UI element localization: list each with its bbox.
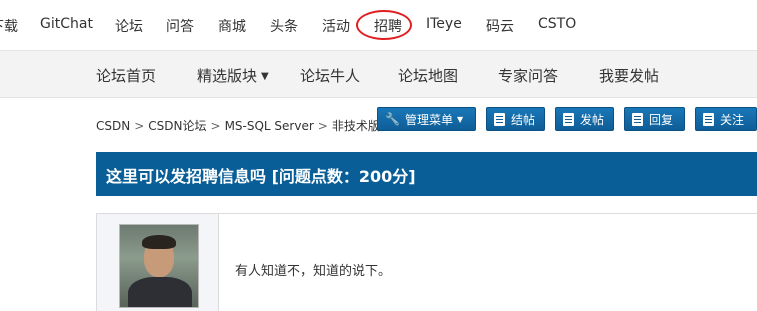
- breadcrumb-nontech[interactable]: 非技术版: [332, 119, 380, 133]
- topnav-mall[interactable]: 商城: [218, 16, 246, 36]
- topnav-download[interactable]: 下载: [0, 16, 18, 36]
- breadcrumb-csdn[interactable]: CSDN: [96, 119, 130, 133]
- close-thread-label: 结帖: [511, 112, 536, 127]
- topnav-forum[interactable]: 论坛: [115, 16, 143, 36]
- forum-subnav: 论坛首页 精选版块 ▼ 论坛牛人 论坛地图 专家问答 我要发帖: [0, 51, 757, 98]
- manage-menu-label: 管理菜单: [404, 112, 453, 127]
- subnav-forum-experts[interactable]: 论坛牛人: [300, 65, 360, 86]
- topnav-gitchat[interactable]: GitChat: [40, 16, 93, 32]
- manage-menu-button[interactable]: 🔧 管理菜单 ▼: [377, 107, 476, 131]
- highlight-circle: [356, 10, 412, 40]
- bookmark-icon: [703, 112, 714, 126]
- thread-title-bar: 这里可以发招聘信息吗 [问题点数：200分]: [96, 152, 757, 196]
- topnav-headlines[interactable]: 头条: [270, 16, 298, 36]
- topnav-gitee[interactable]: 码云: [486, 16, 514, 36]
- top-navigation: 下载 GitChat 论坛 问答 商城 头条 活动 招聘 ITeye 码云 CS…: [0, 0, 757, 51]
- topnav-iteye[interactable]: ITeye: [426, 16, 462, 32]
- new-post-label: 发帖: [580, 112, 605, 127]
- subnav-new-post[interactable]: 我要发帖: [599, 65, 659, 86]
- subnav-forum-home[interactable]: 论坛首页: [96, 65, 156, 86]
- wrench-icon: 🔧: [385, 112, 400, 126]
- breadcrumb: CSDN > CSDN论坛 > MS-SQL Server > 非技术版: [96, 117, 380, 134]
- copy-icon: [632, 112, 643, 126]
- follow-label: 关注: [720, 112, 745, 127]
- topnav-qa[interactable]: 问答: [166, 16, 194, 36]
- avatar[interactable]: [119, 224, 199, 308]
- subnav-expert-qa[interactable]: 专家问答: [498, 65, 558, 86]
- post-content: 有人知道不，知道的说下。: [235, 264, 392, 279]
- subnav-featured-label: 精选版块: [197, 67, 258, 85]
- topnav-csto[interactable]: CSTO: [538, 16, 576, 32]
- follow-button[interactable]: 关注: [695, 107, 757, 131]
- post: 有人知道不，知道的说下。: [96, 213, 757, 311]
- breadcrumb-separator: >: [210, 119, 221, 133]
- document-icon: [494, 112, 505, 126]
- subnav-featured-boards[interactable]: 精选版块 ▼: [197, 65, 269, 86]
- close-thread-button[interactable]: 结帖: [486, 107, 545, 131]
- breadcrumb-mssql[interactable]: MS-SQL Server: [225, 119, 314, 133]
- breadcrumb-csdn-forum[interactable]: CSDN论坛: [148, 119, 206, 133]
- reply-label: 回复: [649, 112, 674, 127]
- chevron-down-icon: ▼: [261, 71, 269, 82]
- topnav-events[interactable]: 活动: [322, 16, 350, 36]
- thread-title: 这里可以发招聘信息吗 [问题点数：200分]: [106, 167, 416, 186]
- breadcrumb-separator: >: [317, 119, 328, 133]
- subnav-forum-map[interactable]: 论坛地图: [398, 65, 458, 86]
- breadcrumb-separator: >: [134, 119, 145, 133]
- avatar-body-shape: [128, 277, 192, 307]
- reply-button[interactable]: 回复: [624, 107, 685, 131]
- post-author-panel: [96, 214, 219, 311]
- new-post-button[interactable]: 发帖: [555, 107, 614, 131]
- caret-down-icon: ▼: [456, 114, 464, 124]
- avatar-hair-shape: [142, 235, 176, 249]
- document-icon: [563, 112, 574, 126]
